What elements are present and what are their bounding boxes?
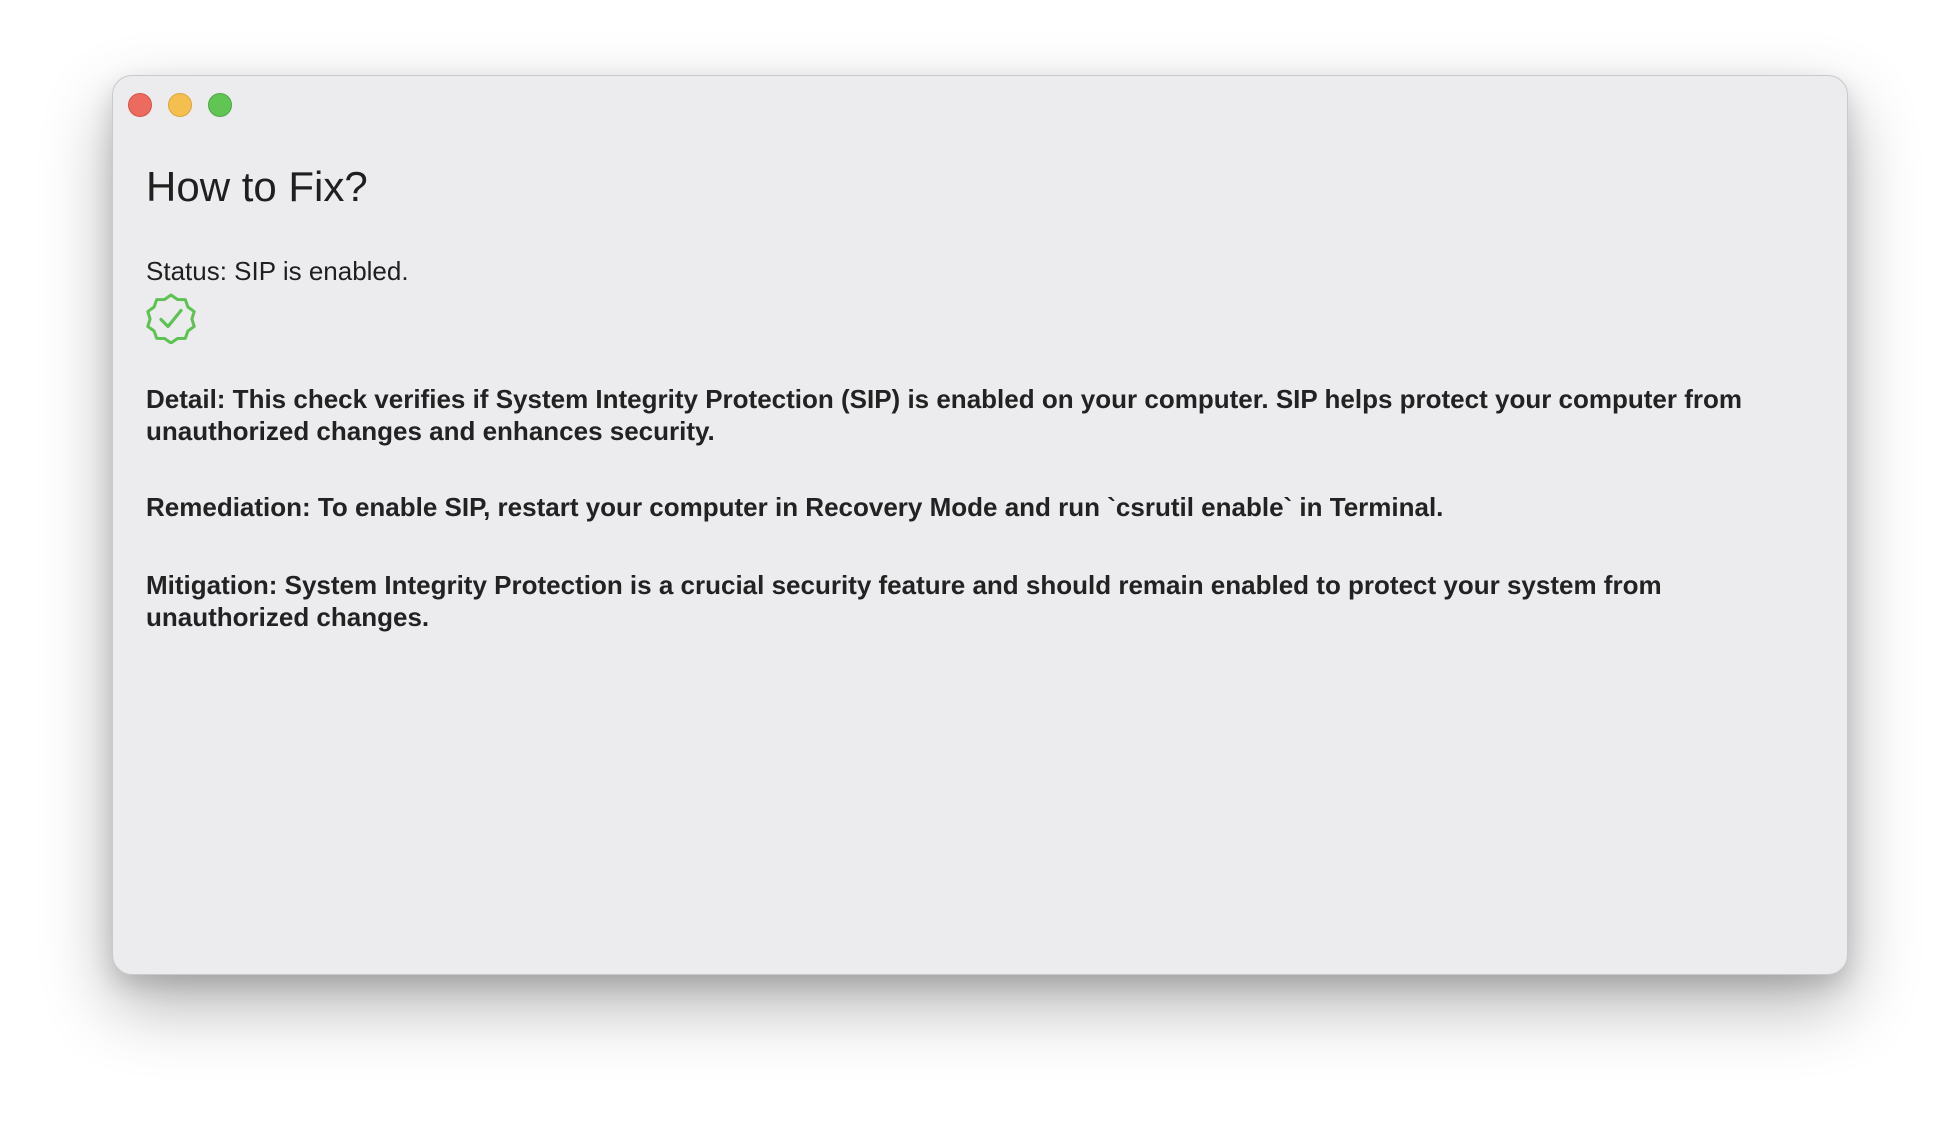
window-controls — [128, 93, 232, 117]
app-window: How to Fix? Status: SIP is enabled. Deta… — [112, 75, 1848, 975]
remediation-text: Remediation: To enable SIP, restart your… — [146, 492, 1444, 522]
mitigation-text: Mitigation: System Integrity Protection … — [146, 570, 1662, 632]
detail-text: Detail: This check verifies if System In… — [146, 384, 1743, 446]
minimize-button[interactable] — [168, 93, 192, 117]
checkmark-seal-icon — [145, 292, 197, 345]
status-text: Status: SIP is enabled. — [146, 256, 409, 286]
page-title: How to Fix? — [146, 163, 368, 210]
checkmark-seal-icon-svg — [146, 293, 196, 345]
content-area: How to Fix? Status: SIP is enabled. Deta… — [146, 166, 1814, 633]
close-button[interactable] — [128, 93, 152, 117]
zoom-button[interactable] — [208, 93, 232, 117]
